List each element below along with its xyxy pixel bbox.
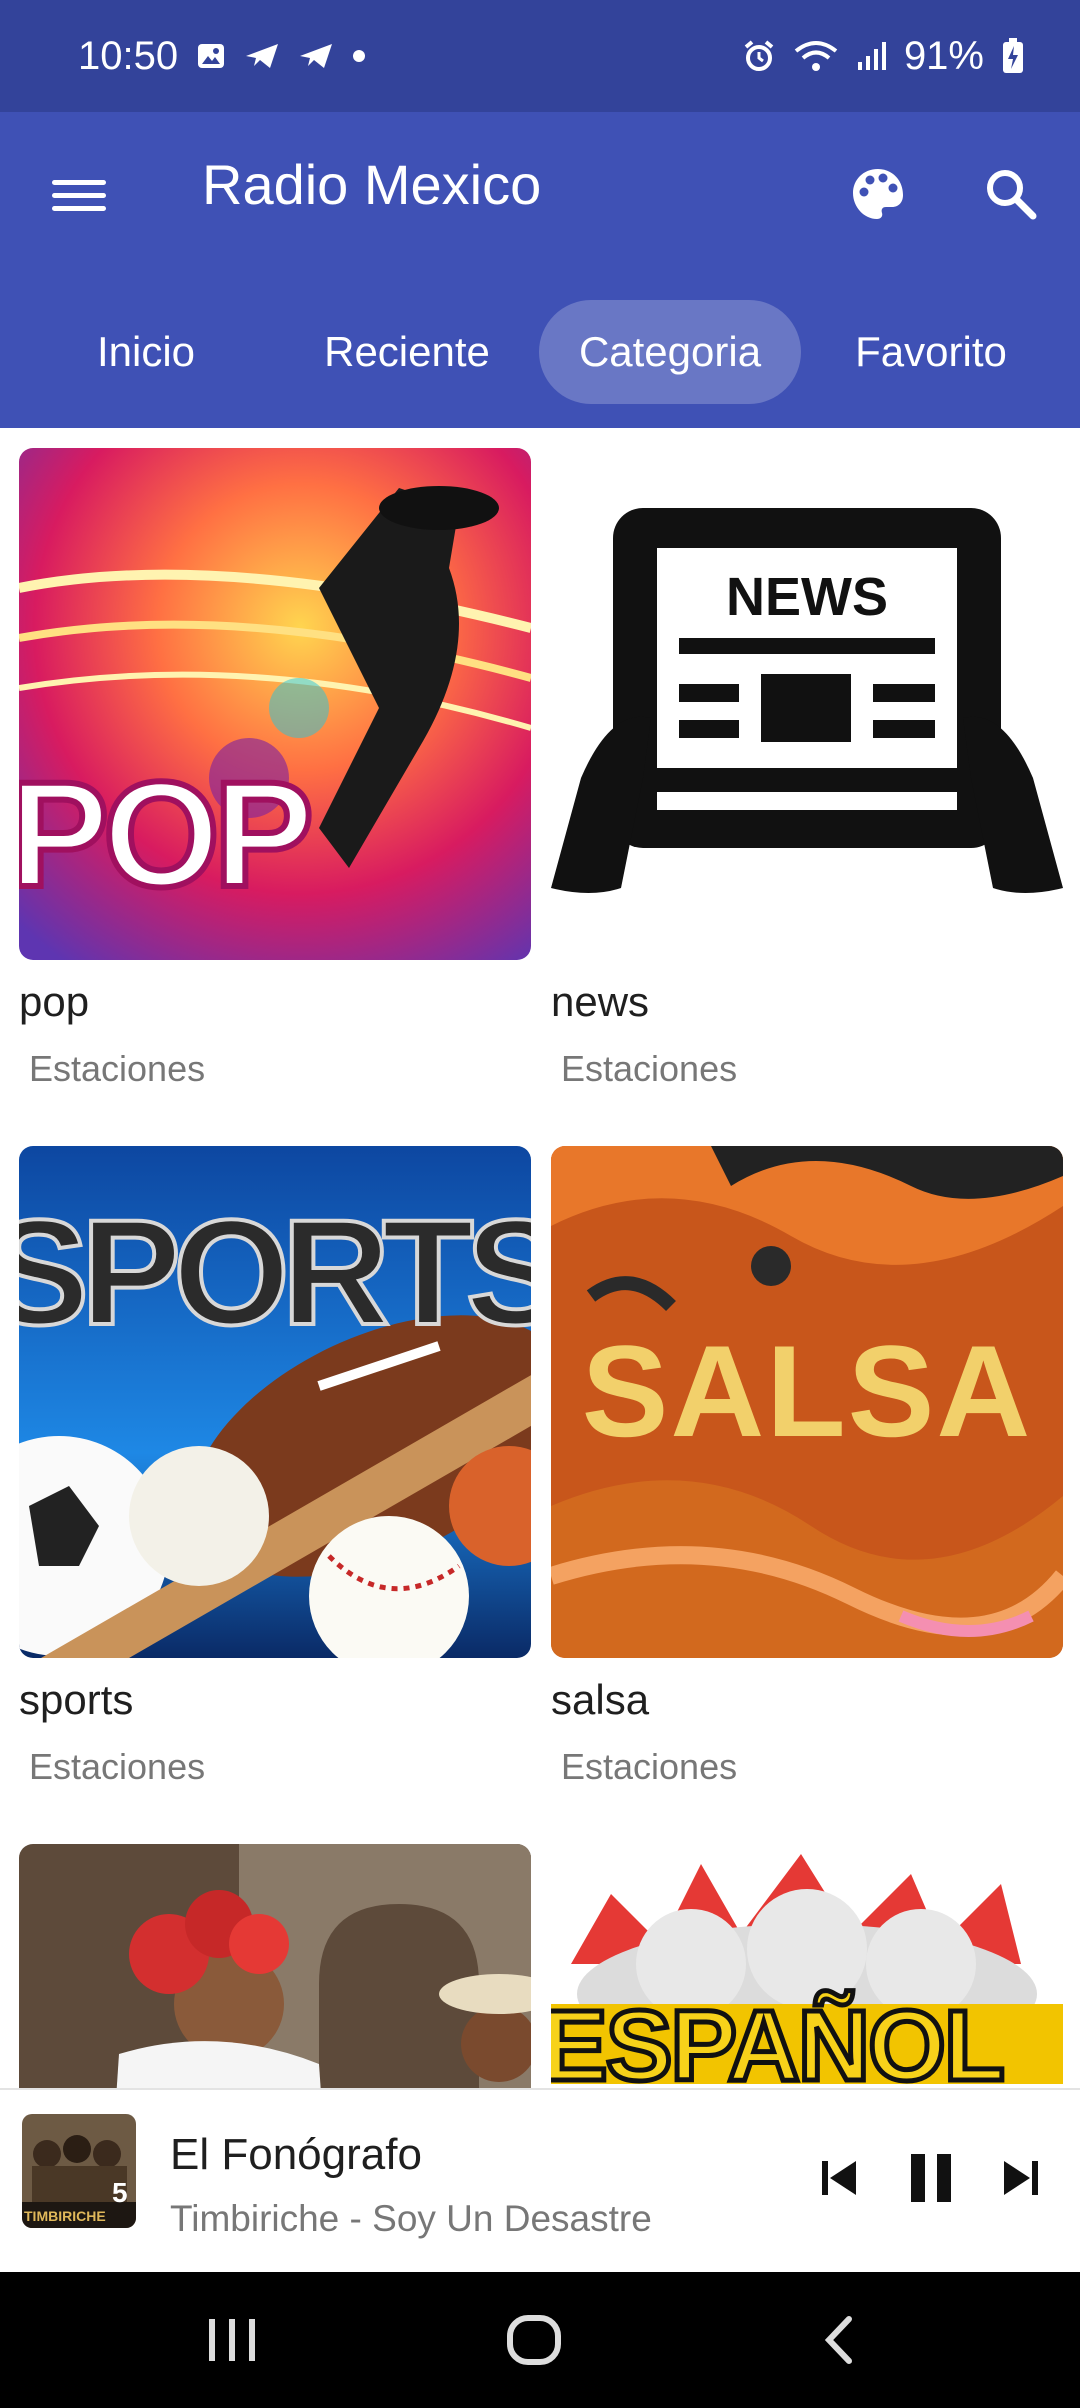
skip-next-icon [1004,2161,1038,2195]
category-card-news[interactable]: NEWS news Estaciones [551,448,1063,1089]
recent-apps-icon [209,2319,255,2361]
home-button[interactable] [484,2300,584,2380]
category-name: news [551,978,650,1025]
news-art-text: NEWS [726,567,888,627]
page-title: Radio Mexico [202,153,542,216]
gallery-notification-icon [198,44,225,68]
tab-inicio[interactable]: Inicio [15,300,277,404]
tab-favorito[interactable]: Favorito [800,300,1062,404]
back-icon [824,2316,852,2364]
svg-text:5: 5 [112,2177,128,2208]
wifi-icon [794,41,838,71]
telegram-notification-icon [246,44,279,68]
previous-button[interactable] [801,2140,877,2216]
category-subtitle: Estaciones [29,1048,206,1089]
search-icon [987,170,1037,220]
home-icon [507,2315,561,2365]
battery-charging-icon [1003,38,1023,73]
alarm-icon [744,40,774,71]
album-art[interactable]: 5 TIMBIRICHE [22,2114,136,2228]
category-image-news: NEWS [551,448,1063,960]
salsa-art-text: SALSA [581,1318,1033,1464]
search-button[interactable] [975,158,1047,230]
espanol-art-text: ESPAÑOL [551,1988,1007,2089]
hamburger-menu-icon [52,180,106,185]
category-card-salsa[interactable]: SALSA salsa Estaciones [551,1146,1063,1787]
back-button[interactable] [790,2300,890,2380]
pause-button[interactable] [893,2140,969,2216]
hamburger-menu-icon-line [52,193,106,198]
theme-palette-button[interactable] [842,158,914,230]
status-right: 91% [742,34,1024,79]
category-image-folklore [19,1844,531,2088]
tab-reciente[interactable]: Reciente [276,300,538,404]
category-image-sports: SPORTS [19,1146,531,1658]
category-image-pop: POP [19,448,531,960]
category-card-folklore[interactable] [19,1844,531,2088]
category-name: salsa [551,1676,650,1723]
category-card-pop[interactable]: POP pop Estaciones [19,448,531,1089]
app-bar: Radio Mexico Inicio Reciente Categoria F… [0,112,1080,428]
mini-player[interactable]: 5 TIMBIRICHE El Fonógrafo Timbiriche - S… [0,2088,1080,2272]
sports-art-text: SPORTS [19,1186,531,1358]
recent-apps-button[interactable] [182,2300,282,2380]
folklore-artwork [19,1844,531,2088]
tab-bar: Inicio Reciente Categoria Favorito [0,300,1080,404]
category-name: sports [19,1676,134,1723]
station-name: El Fonógrafo [170,2130,422,2179]
category-subtitle: Estaciones [29,1746,206,1787]
menu-button[interactable] [52,172,106,222]
status-left: 10:50 [78,34,366,79]
category-subtitle: Estaciones [561,1048,738,1089]
category-image-espanol: ESPAÑOL [551,1844,1063,2088]
album-art-text: TIMBIRICHE [24,2208,106,2224]
status-bar: 10:50 91% [0,0,1080,112]
clock: 10:50 [78,33,179,78]
battery-percent: 91% [903,33,984,78]
system-navigation-bar [0,2272,1080,2408]
category-name: pop [19,978,90,1025]
skip-previous-icon [822,2161,856,2195]
category-subtitle: Estaciones [561,1746,738,1787]
pop-art-text: POP [19,747,317,921]
newspaper-tablet-icon [551,508,1063,893]
pause-icon [911,2154,951,2202]
now-playing-track: Timbiriche - Soy Un Desastre [170,2198,652,2239]
category-image-salsa: SALSA [551,1146,1063,1658]
signal-icon [857,42,886,70]
palette-icon [853,169,903,219]
hamburger-menu-icon-line-2 [52,206,106,211]
tab-categoria[interactable]: Categoria [539,300,801,404]
telegram-notification-icon-2 [300,44,333,68]
next-button[interactable] [983,2140,1059,2216]
more-notifications-dot-icon [353,50,366,62]
category-card-espanol[interactable]: ESPAÑOL [551,1844,1063,2088]
category-grid: POP pop Estaciones NEWS news Estaciones [0,428,1080,2088]
category-card-sports[interactable]: SPORTS sports Estaciones [19,1146,531,1787]
